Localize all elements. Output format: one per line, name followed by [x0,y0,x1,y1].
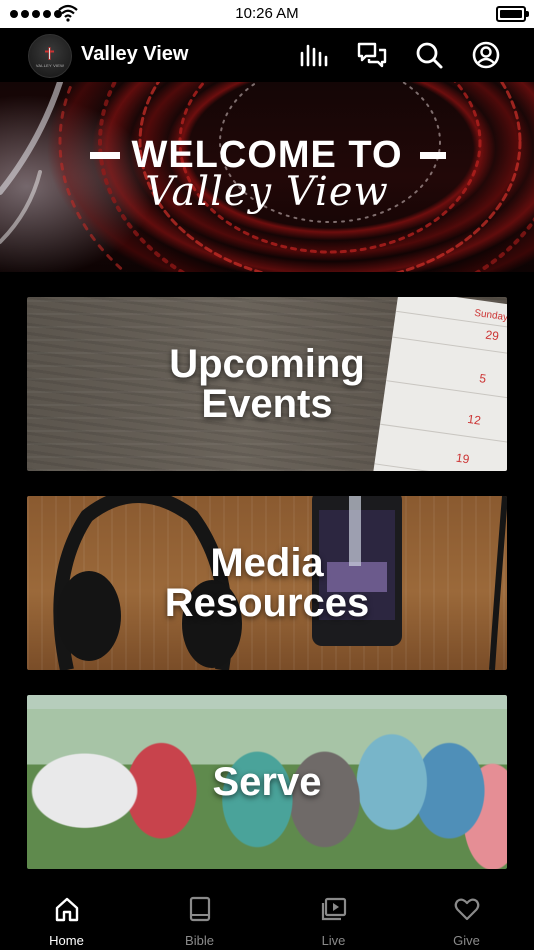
church-logo[interactable]: VALLEY VIEW [28,34,72,78]
status-time: 10:26 AM [235,5,299,22]
serve-label: Serve [212,760,322,804]
tab-give-label: Give [453,933,480,948]
logo-text: VALLEY VIEW [35,63,65,68]
tab-home[interactable]: Home [0,884,133,950]
tab-home-label: Home [49,933,84,948]
welcome-banner[interactable]: WELCOME TO Valley View [0,82,534,272]
account-icon[interactable] [470,39,502,71]
search-icon[interactable] [413,39,445,71]
cross-logo-icon [45,47,54,60]
serve-card[interactable]: Serve [27,695,507,869]
home-icon [55,897,79,922]
media-resources-card[interactable]: Media Resources [27,496,507,670]
bible-icon [189,896,211,922]
tab-live[interactable]: Live [267,884,400,950]
live-icon [321,897,347,921]
upcoming-events-card[interactable]: Sunday 29 5 12 19 26 Upcoming Events [27,297,507,471]
app-title: Valley View [81,43,189,65]
media-resources-label: Media Resources [164,541,370,625]
bottom-tab-bar: Home Bible Live Give [0,884,534,950]
tab-bible-label: Bible [185,933,214,948]
tab-live-label: Live [321,933,346,948]
hero-script-text: Valley View [145,169,389,215]
tab-bible[interactable]: Bible [133,884,266,950]
equalizer-icon[interactable] [298,39,330,71]
status-bar: 10:26 AM [0,0,534,28]
chat-icon[interactable] [356,39,388,71]
heart-icon [454,898,480,921]
upcoming-events-label: Upcoming Events [169,342,365,426]
battery-icon [496,6,529,22]
app-header: VALLEY VIEW Valley View [0,28,534,82]
tab-give[interactable]: Give [400,884,533,950]
